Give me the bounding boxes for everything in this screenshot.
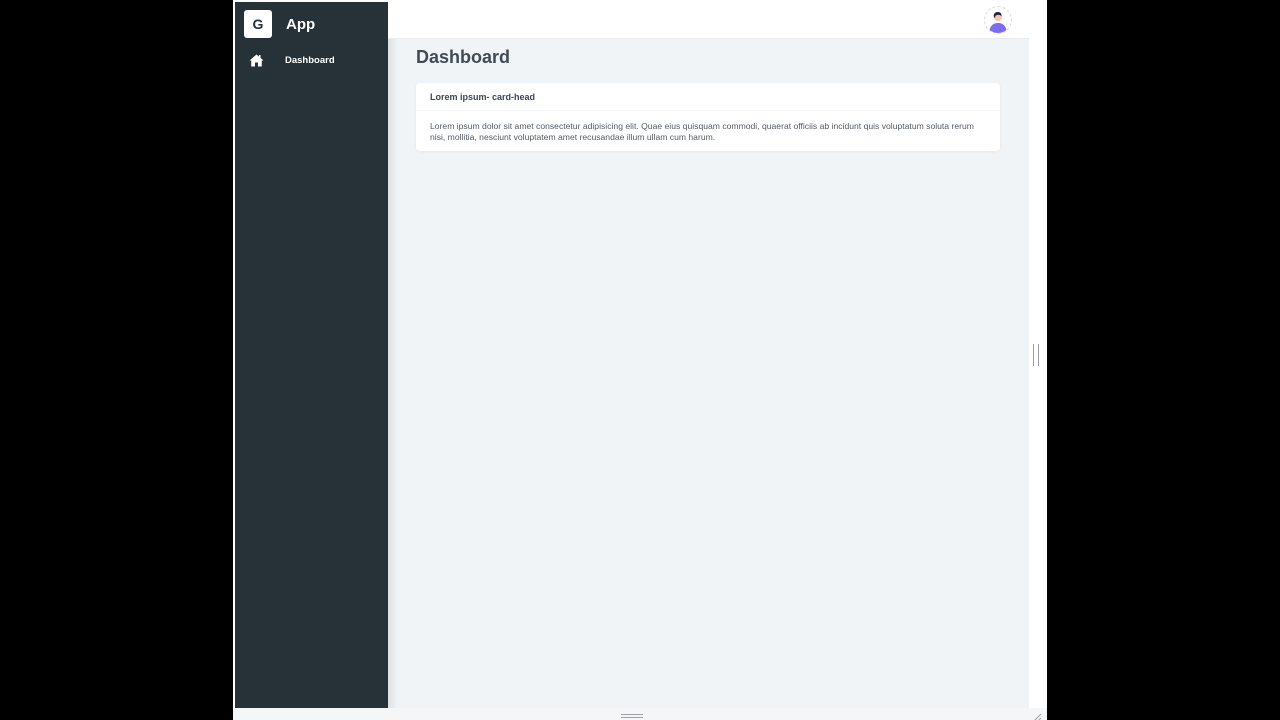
browser-viewport: G App Dashboard Dashboard Lorem ipsum- c… [233, 0, 1047, 720]
card-header: Lorem ipsum- card-head [416, 83, 1000, 111]
top-bar [388, 2, 1029, 39]
brand[interactable]: G App [244, 10, 315, 38]
brand-logo: G [244, 10, 272, 38]
sidebar-item-label: Dashboard [285, 54, 335, 66]
content-card: Lorem ipsum- card-head Lorem ipsum dolor… [416, 83, 1000, 151]
card-title: Lorem ipsum- card-head [430, 92, 536, 102]
brand-name: App [286, 15, 316, 33]
user-avatar[interactable] [984, 6, 1012, 34]
resize-handle-right[interactable] [1033, 344, 1039, 366]
resize-corner-icon[interactable] [1030, 710, 1042, 720]
main-content: Dashboard Lorem ipsum- card-head Lorem i… [388, 39, 1029, 669]
sidebar: G App Dashboard [235, 2, 388, 708]
sidebar-item-dashboard[interactable]: Dashboard [235, 48, 388, 72]
page-title: Dashboard [416, 47, 511, 67]
resize-handle-bottom[interactable] [621, 714, 643, 718]
home-icon [249, 53, 265, 67]
card-body: Lorem ipsum dolor sit amet consectetur a… [430, 121, 974, 142]
